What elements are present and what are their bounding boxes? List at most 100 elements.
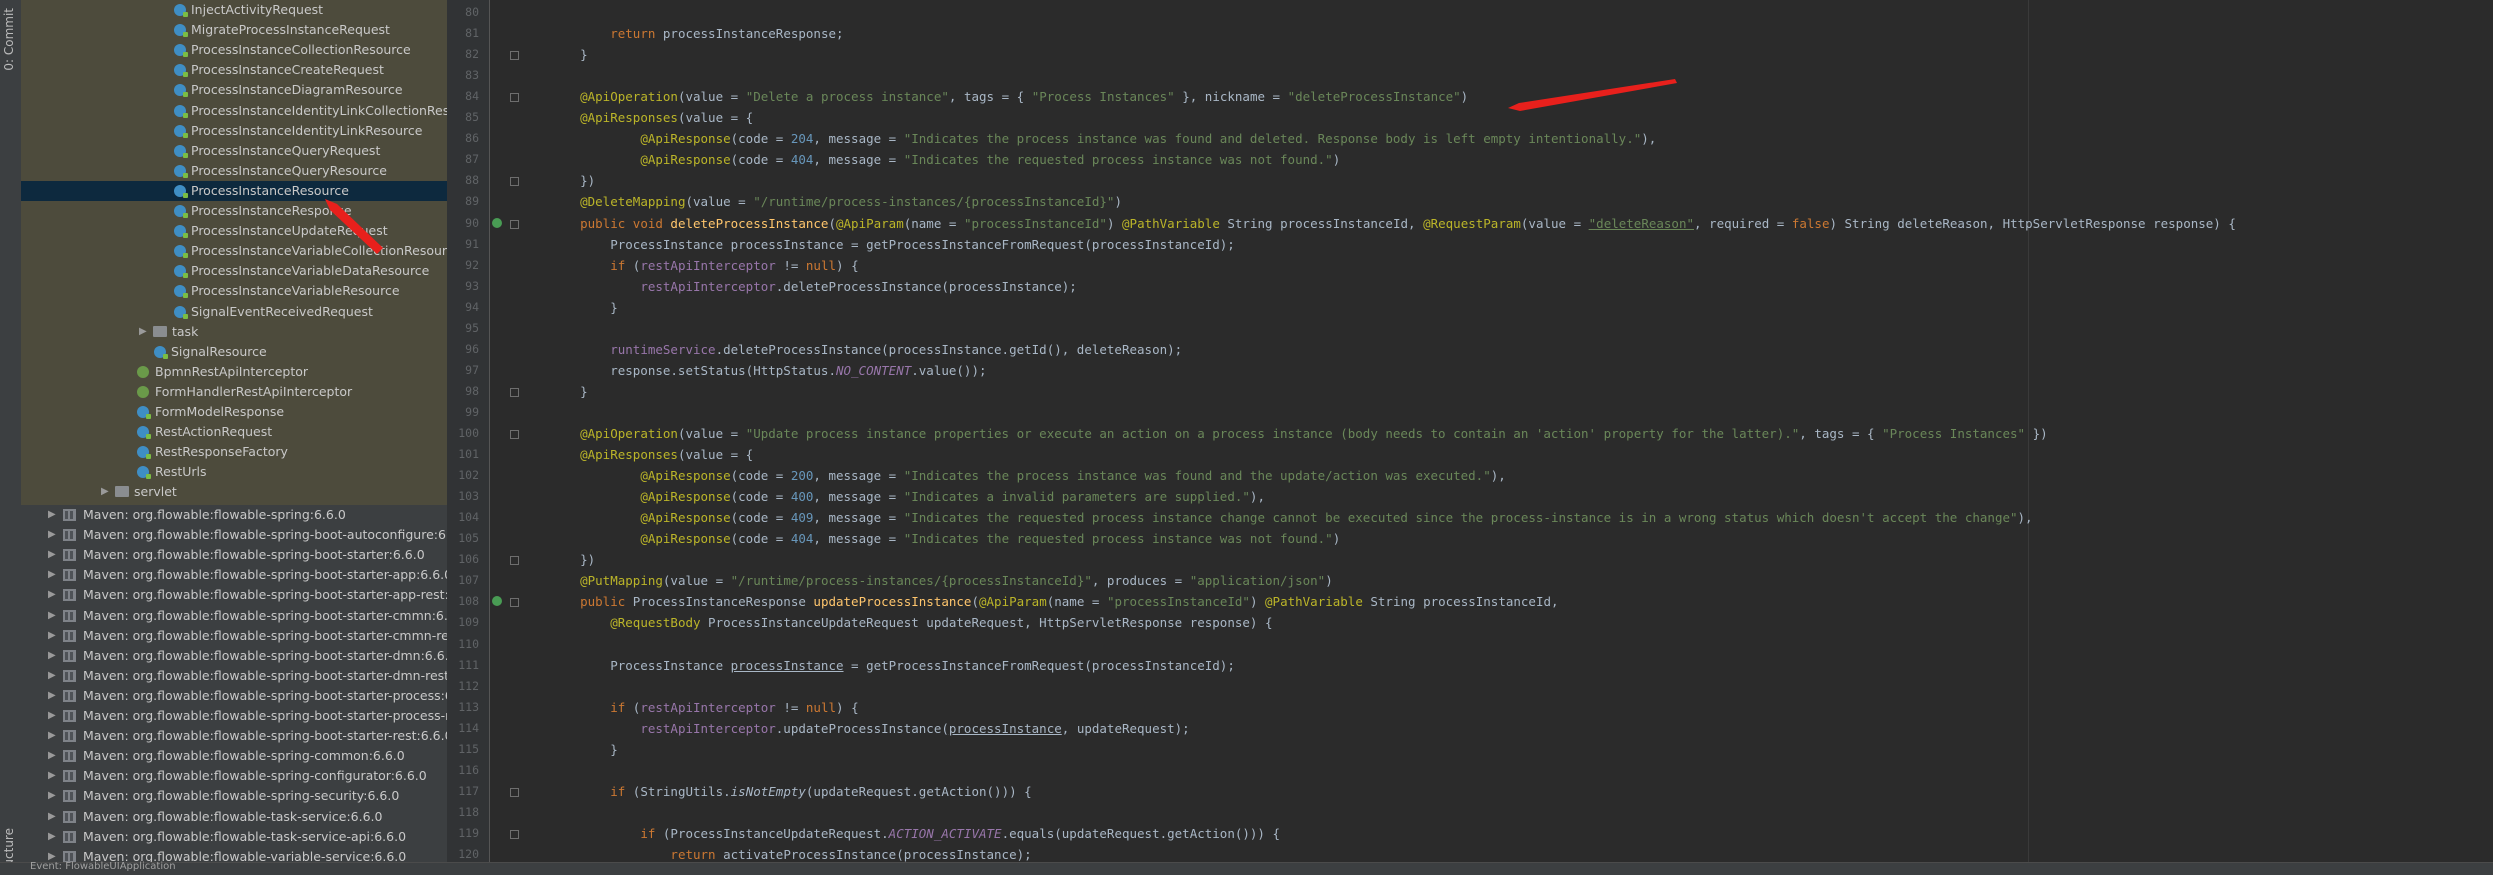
tree-item-class[interactable]: ProcessInstanceResponse — [21, 201, 447, 221]
fold-toggle-icon[interactable] — [510, 787, 519, 797]
code-token: "processInstanceId" — [1106, 594, 1250, 610]
fold-toggle-icon[interactable] — [510, 93, 519, 103]
expand-arrow-icon[interactable]: ▶ — [48, 827, 56, 847]
line-number: 96 — [465, 341, 479, 356]
expand-arrow-icon[interactable]: ▶ — [48, 746, 56, 766]
tree-item-class[interactable]: ProcessInstanceCreateRequest — [21, 60, 447, 80]
structure-tool-tab[interactable]: ucture — [2, 828, 16, 867]
expand-arrow-icon[interactable]: ▶ — [48, 646, 56, 666]
expand-arrow-icon[interactable]: ▶ — [48, 847, 56, 862]
code-token: != — [775, 699, 806, 715]
tree-item-class[interactable]: ProcessInstanceResource — [21, 180, 447, 201]
fold-toggle-icon[interactable] — [510, 177, 519, 187]
expand-arrow-icon[interactable]: ▶ — [101, 482, 109, 502]
tree-item-class[interactable]: BpmnRestApiInterceptor — [21, 362, 447, 382]
tree-library[interactable]: ▶ Maven: org.flowable:flowable-task-servi… — [21, 827, 447, 847]
tree-library[interactable]: ▶ Maven: org.flowable:flowable-spring-boo… — [21, 646, 447, 666]
expand-arrow-icon[interactable]: ▶ — [48, 565, 56, 585]
expand-arrow-icon[interactable]: ▶ — [48, 666, 56, 686]
tree-library[interactable]: ▶ Maven: org.flowable:flowable-task-servi… — [21, 807, 447, 827]
expand-arrow-icon[interactable]: ▶ — [48, 626, 56, 646]
tree-library[interactable]: ▶ Maven: org.flowable:flowable-spring-boo… — [21, 666, 447, 686]
tree-item-class[interactable]: ProcessInstanceQueryResource — [21, 161, 447, 181]
tree-item-class[interactable]: InjectActivityRequest — [21, 0, 447, 20]
tree-item-class[interactable]: MigrateProcessInstanceRequest — [21, 20, 447, 40]
tree-item-class[interactable]: RestActionRequest — [21, 422, 447, 442]
tree-item-class[interactable]: FormModelResponse — [21, 402, 447, 422]
tree-item-label: FormHandlerRestApiInterceptor — [155, 383, 353, 399]
tree-library[interactable]: ▶ Maven: org.flowable:flowable-spring-boo… — [21, 525, 447, 545]
fold-toggle-icon[interactable] — [510, 556, 519, 566]
tree-library[interactable]: ▶ Maven: org.flowable:flowable-spring-boo… — [21, 706, 447, 726]
tree-library[interactable]: ▶ Maven: org.flowable:flowable-spring-boo… — [21, 606, 447, 626]
tree-library[interactable]: ▶ Maven: org.flowable:flowable-spring-boo… — [21, 626, 447, 646]
tree-folder-task[interactable]: ▶ task — [21, 322, 447, 342]
expand-arrow-icon[interactable]: ▶ — [48, 807, 56, 827]
expand-arrow-icon[interactable]: ▶ — [48, 706, 56, 726]
expand-arrow-icon[interactable]: ▶ — [48, 606, 56, 626]
expand-arrow-icon[interactable]: ▶ — [48, 726, 56, 746]
code-token: deleteProcessInstance — [670, 215, 829, 231]
tree-library[interactable]: ▶ Maven: org.flowable:flowable-variable-s… — [21, 847, 447, 862]
tree-item-class[interactable]: ProcessInstanceUpdateRequest — [21, 221, 447, 241]
tree-item-class[interactable]: ProcessInstanceVariableDataResource — [21, 261, 447, 281]
expand-arrow-icon[interactable]: ▶ — [139, 322, 147, 342]
line-number: 100 — [458, 426, 479, 440]
tree-item-class[interactable]: ProcessInstanceDiagramResource — [21, 80, 447, 100]
code-editor[interactable]: return processInstanceResponse; } @ApiOp… — [550, 0, 2493, 862]
tree-item-class[interactable]: RestUrls — [21, 462, 447, 482]
endpoint-gutter-icon[interactable] — [492, 596, 502, 607]
tree-item-label: ProcessInstanceVariableCollectionResourc… — [191, 243, 447, 259]
tree-item-class[interactable]: RestResponseFactory — [21, 442, 447, 462]
tree-item-label: Maven: org.flowable:flowable-spring-boot… — [83, 547, 425, 563]
expand-arrow-icon[interactable]: ▶ — [48, 786, 56, 806]
code-token: String processInstanceId, — [1362, 594, 1559, 610]
tree-folder-servlet[interactable]: ▶ servlet — [21, 482, 447, 502]
expand-arrow-icon[interactable]: ▶ — [48, 525, 56, 545]
tree-library[interactable]: ▶ Maven: org.flowable:flowable-spring-boo… — [21, 585, 447, 605]
commit-tool-tab[interactable]: 0: Commit — [2, 8, 16, 71]
tree-item-class[interactable]: ProcessInstanceVariableResource — [21, 281, 447, 301]
tree-library[interactable]: ▶ Maven: org.flowable:flowable-spring-boo… — [21, 565, 447, 585]
tree-library[interactable]: ▶ Maven: org.flowable:flowable-spring-con… — [21, 766, 447, 786]
expand-arrow-icon[interactable]: ▶ — [48, 766, 56, 786]
tree-item-class[interactable]: ProcessInstanceCollectionResource — [21, 40, 447, 60]
tree-item-class[interactable]: SignalEventReceivedRequest — [21, 302, 447, 322]
expand-arrow-icon[interactable]: ▶ — [48, 505, 56, 525]
code-token: 404 — [790, 152, 814, 168]
fold-toggle-icon[interactable] — [510, 387, 519, 397]
fold-toggle-icon[interactable] — [510, 430, 519, 439]
expand-arrow-icon[interactable]: ▶ — [48, 686, 56, 706]
tree-library[interactable]: ▶ Maven: org.flowable:flowable-spring-com… — [21, 746, 447, 766]
tree-item-class[interactable]: FormHandlerRestApiInterceptor — [21, 382, 447, 402]
status-bar: Event: FlowableUIApplication — [0, 861, 2493, 875]
tree-library[interactable]: ▶ Maven: org.flowable:flowable-spring-boo… — [21, 726, 447, 746]
expand-arrow-icon[interactable]: ▶ — [48, 585, 56, 605]
tree-library[interactable]: ▶ Maven: org.flowable:flowable-spring-boo… — [21, 686, 447, 706]
endpoint-gutter-icon[interactable] — [492, 217, 502, 228]
expand-arrow-icon[interactable]: ▶ — [48, 545, 56, 565]
tree-item-class[interactable]: ProcessInstanceIdentityLinkResource — [21, 121, 447, 141]
tree-item-class[interactable]: ProcessInstanceVariableCollectionResourc… — [21, 241, 447, 261]
tree-item-class[interactable]: ProcessInstanceIdentityLinkCollectionRes… — [21, 101, 447, 121]
fold-toggle-icon[interactable] — [510, 219, 519, 229]
line-number: 88 — [465, 173, 479, 188]
tree-library[interactable]: ▶ Maven: org.flowable:flowable-spring-boo… — [21, 545, 447, 565]
fold-toggle-icon[interactable] — [510, 598, 519, 608]
tree-item-label: ProcessInstanceUpdateRequest — [191, 223, 388, 239]
tree-library[interactable]: ▶ Maven: org.flowable:flowable-spring-sec… — [21, 786, 447, 806]
fold-toggle-icon[interactable] — [510, 51, 519, 61]
code-line: } — [550, 44, 588, 65]
line-number: 106 — [458, 552, 479, 567]
code-token: }) — [550, 552, 596, 568]
code-line: } — [550, 739, 618, 760]
tree-library[interactable]: ▶ Maven: org.flowable:flowable-spring:6.6… — [21, 505, 447, 525]
code-token: @ApiParam — [836, 215, 904, 231]
library-icon — [63, 629, 76, 642]
tree-item-class[interactable]: ProcessInstanceQueryRequest — [21, 141, 447, 161]
fold-toggle-icon[interactable] — [510, 829, 519, 839]
tree-item-class[interactable]: SignalResource — [21, 342, 447, 362]
